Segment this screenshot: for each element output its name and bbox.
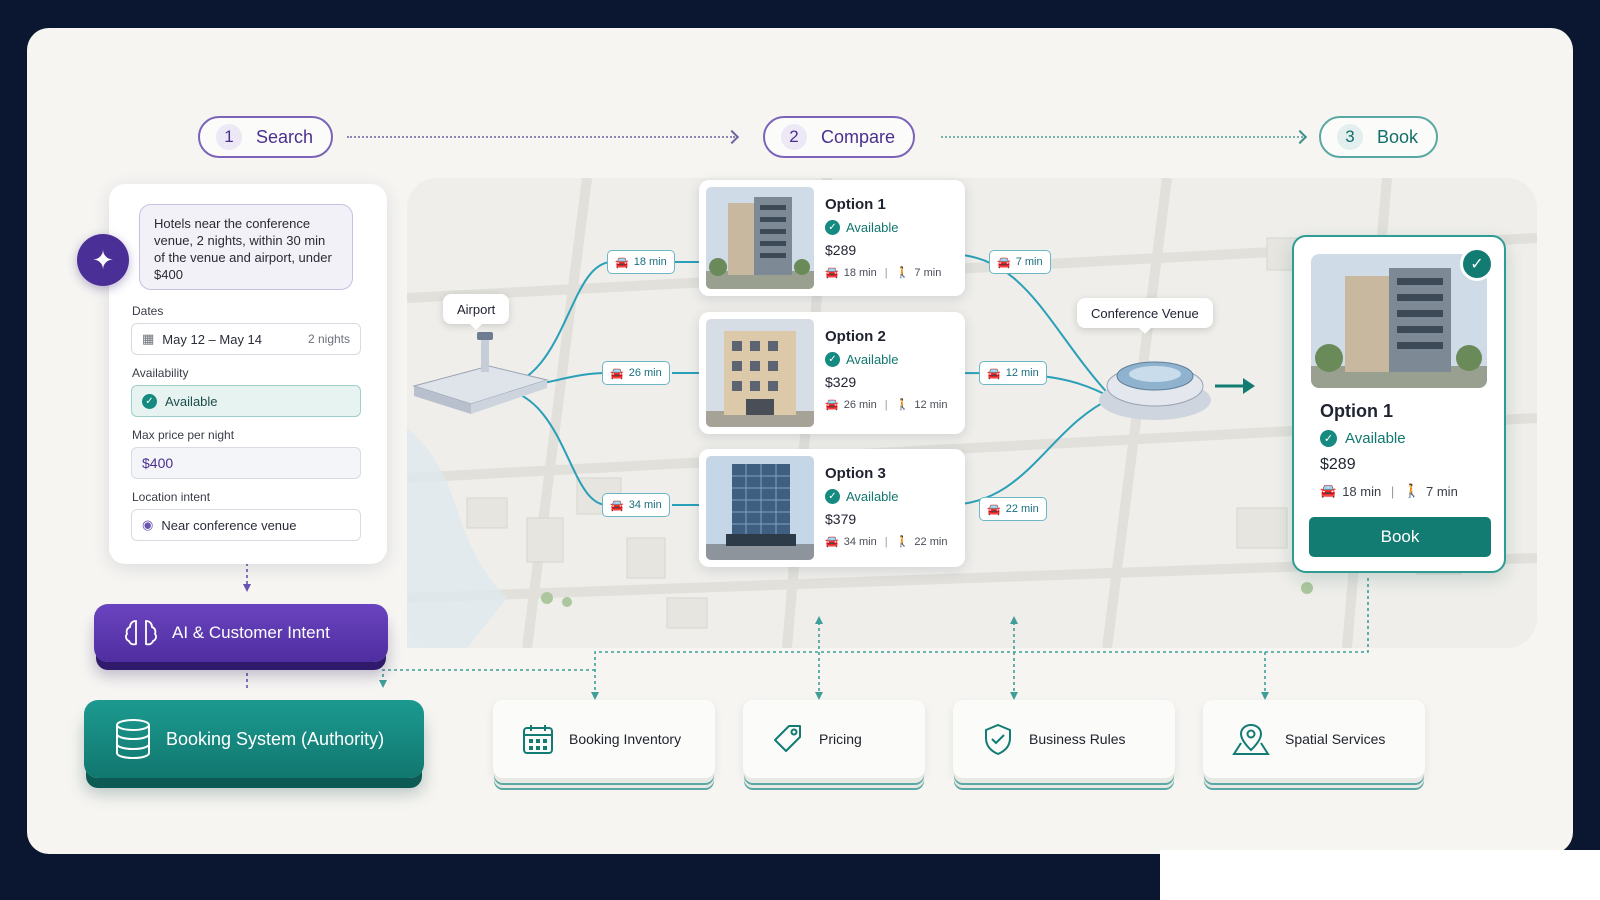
map-pin-icon: [1232, 723, 1270, 755]
check-circle-icon: ✓: [825, 220, 840, 235]
arrow-search-compare: [347, 136, 735, 138]
calendar-icon: [523, 725, 553, 754]
travel-times: 🚘 18 min | 🚶 7 min: [1320, 483, 1458, 499]
shield-check-icon: [985, 723, 1011, 756]
conference-venue-icon: [1099, 361, 1211, 420]
time-chip-airport-option1: 🚘 18 min: [607, 250, 675, 274]
dates-field[interactable]: ▦ May 12 – May 14 2 nights: [131, 323, 361, 355]
car-icon: 🚘: [987, 503, 1001, 516]
service-business-rules: Business Rules: [953, 700, 1175, 778]
car-icon: 🚘: [825, 536, 839, 548]
hotel-image: [706, 187, 814, 289]
dates-label: Dates: [132, 304, 164, 318]
step-search: 1 Search: [198, 116, 334, 158]
availability-field[interactable]: ✓ Available: [131, 385, 361, 417]
diagram-canvas: Airport Conference Venue 🚘 18 min 🚘 26 min…: [27, 28, 1573, 854]
arrow-compare-book: [941, 136, 1303, 138]
time-chip-option2-venue: 🚘 12 min: [979, 361, 1047, 385]
car-icon: 🚘: [987, 367, 1001, 380]
corner-overlay: [1160, 850, 1600, 900]
time-chip-option1-venue: 🚘 7 min: [989, 250, 1051, 274]
price-tag-icon: [774, 725, 801, 752]
sparkle-icon: ✦: [77, 234, 129, 286]
car-icon: 🚘: [825, 399, 839, 411]
travel-times: 🚘 34 min | 🚶 22 min: [825, 535, 948, 549]
check-circle-icon: ✓: [825, 489, 840, 504]
brain-icon: [125, 620, 157, 646]
max-price-label: Max price per night: [132, 428, 235, 442]
selected-option-card: ✓ Option 1 ✓ Available $289 🚘 18 min | 🚶 7 …: [1292, 235, 1506, 573]
service-booking-inventory: Booking Inventory: [493, 700, 715, 778]
booking-system-block: Booking System (Authority): [84, 700, 424, 778]
time-chip-airport-option2: 🚘 26 min: [602, 361, 670, 385]
airport-icon: [412, 332, 549, 414]
walk-icon: 🚶: [1403, 483, 1421, 498]
availability-status: ✓ Available: [1320, 430, 1406, 447]
database-icon: [116, 719, 150, 760]
car-icon: 🚘: [825, 267, 839, 279]
conference-venue-label: Conference Venue: [1077, 298, 1213, 334]
location-intent-field[interactable]: ◉ Near conference venue: [131, 509, 361, 541]
hotel-image: [1311, 254, 1487, 388]
car-icon: 🚘: [1320, 483, 1337, 498]
ai-prompt-bubble: Hotels near the conference venue, 2 nigh…: [139, 204, 353, 290]
location-intent-label: Location intent: [132, 490, 211, 504]
car-icon: 🚘: [610, 367, 624, 380]
availability-status: ✓ Available: [825, 220, 957, 235]
search-panel: Hotels near the conference venue, 2 nigh…: [109, 184, 387, 564]
book-button[interactable]: Book: [1309, 517, 1491, 557]
check-circle-icon: ✓: [142, 393, 157, 409]
check-circle-icon: ✓: [1320, 430, 1337, 447]
map-pin-icon: ◉: [142, 517, 154, 532]
availability-label: Availability: [132, 366, 189, 380]
option-card-3[interactable]: Option 3 ✓ Available $379 🚘 34 min | 🚶 22 m…: [699, 449, 965, 567]
route-option3-venue: [946, 397, 1113, 506]
option-card-2[interactable]: Option 2 ✓ Available $329 🚘 26 min | 🚶 12 m…: [699, 312, 965, 434]
hotel-image: [706, 319, 814, 427]
hotel-image: [706, 456, 814, 560]
check-circle-icon: ✓: [825, 352, 840, 367]
car-icon: 🚘: [615, 256, 629, 269]
airport-label: Airport: [443, 294, 510, 330]
step-book: 3 Book: [1319, 116, 1439, 158]
car-icon: 🚘: [997, 256, 1011, 269]
calendar-icon: ▦: [142, 331, 155, 346]
option-card-1[interactable]: Option 1 ✓ Available $289 🚘 18 min | 🚶 7 mi…: [699, 180, 965, 296]
availability-status: ✓ Available: [825, 352, 957, 367]
time-chip-airport-option3: 🚘 34 min: [602, 493, 670, 517]
service-spatial-services: Spatial Services: [1203, 700, 1425, 778]
travel-times: 🚘 18 min | 🚶 7 min: [825, 266, 942, 280]
walk-icon: 🚶: [895, 267, 910, 279]
travel-times: 🚘 26 min | 🚶 12 min: [825, 398, 948, 412]
walk-icon: 🚶: [895, 399, 910, 411]
max-price-field[interactable]: $400: [131, 447, 361, 479]
walk-icon: 🚶: [895, 536, 910, 548]
time-chip-option3-venue: 🚘 22 min: [979, 497, 1047, 521]
service-pricing: Pricing: [743, 700, 925, 778]
check-icon: ✓: [1460, 247, 1494, 281]
car-icon: 🚘: [610, 499, 624, 512]
step-compare: 2 Compare: [763, 116, 916, 158]
availability-status: ✓ Available: [825, 489, 957, 504]
ai-customer-intent-block: AI & Customer Intent: [94, 604, 388, 662]
